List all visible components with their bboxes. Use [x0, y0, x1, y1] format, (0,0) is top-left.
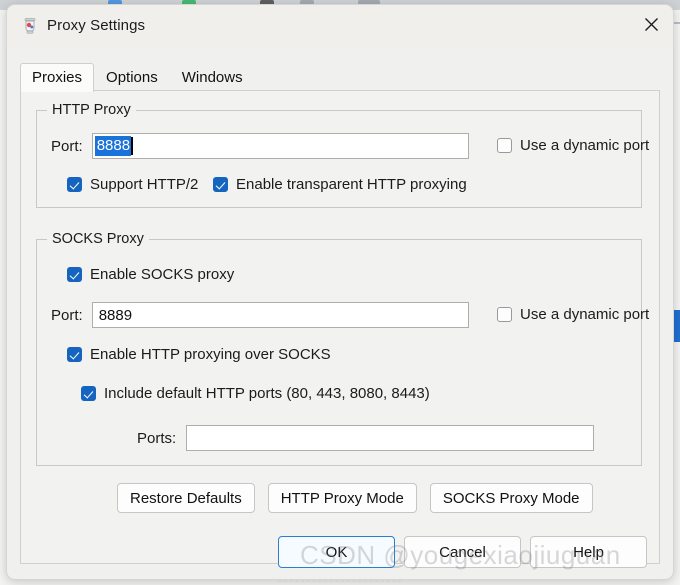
cancel-button[interactable]: Cancel: [404, 536, 521, 568]
socks-port-input[interactable]: 8889: [91, 302, 469, 328]
checkbox-box: [67, 267, 82, 282]
socks-dynamic-port-checkbox[interactable]: Use a dynamic port: [497, 306, 649, 323]
tab-strip: Proxies Options Windows: [20, 60, 255, 92]
http-proxy-group: HTTP Proxy Port: 8888 Use a dynamic port…: [36, 102, 649, 208]
include-default-ports-label: Include default HTTP ports (80, 443, 808…: [104, 385, 430, 402]
text-caret: [131, 137, 133, 155]
support-http2-checkbox[interactable]: Support HTTP/2: [67, 176, 198, 193]
http-port-label: Port:: [51, 137, 83, 155]
cancel-button-label: Cancel: [439, 543, 486, 561]
socks-ports-label: Ports:: [137, 429, 177, 447]
socks-proxy-mode-button[interactable]: SOCKS Proxy Mode: [429, 483, 593, 513]
checkbox-box: [497, 307, 512, 322]
restore-defaults-button[interactable]: Restore Defaults: [117, 483, 255, 513]
http-dynamic-port-checkbox[interactable]: Use a dynamic port: [497, 137, 649, 154]
restore-defaults-label: Restore Defaults: [130, 489, 242, 507]
socks-ports-input[interactable]: [186, 425, 595, 451]
close-icon[interactable]: [629, 5, 673, 43]
screen: · · · · · · · · · · · · · · · · · · · · …: [0, 0, 680, 585]
http-port-input[interactable]: 8888: [91, 133, 469, 159]
dialog-title: Proxy Settings: [47, 17, 146, 34]
help-button[interactable]: Help: [530, 536, 647, 568]
transparent-proxying-label: Enable transparent HTTP proxying: [236, 176, 467, 193]
checkbox-box: [67, 177, 82, 192]
socks-proxy-group: SOCKS Proxy Enable SOCKS proxy Port: 888…: [36, 231, 649, 466]
http-over-socks-label: Enable HTTP proxying over SOCKS: [90, 346, 331, 363]
socks-port-row: Port: 8889: [51, 302, 469, 328]
socks-dynamic-port-label: Use a dynamic port: [520, 306, 650, 323]
proxy-settings-dialog: Proxy Settings Proxies Options Windows H…: [6, 4, 674, 580]
checkbox-box: [81, 386, 96, 401]
tab-proxies-label: Proxies: [32, 69, 83, 86]
http-proxy-group-title: HTTP Proxy: [47, 102, 136, 118]
checkbox-box: [67, 347, 82, 362]
socks-port-value: 8889: [98, 306, 133, 324]
http-over-socks-checkbox[interactable]: Enable HTTP proxying over SOCKS: [67, 346, 331, 363]
dialog-button-bar: OK Cancel Help: [20, 536, 658, 568]
http-port-value: 8888: [94, 136, 132, 156]
dialog-titlebar: Proxy Settings: [7, 5, 673, 47]
enable-socks-label: Enable SOCKS proxy: [90, 266, 235, 283]
mode-button-row: Restore Defaults HTTP Proxy Mode SOCKS P…: [117, 483, 593, 513]
http-dynamic-port-label: Use a dynamic port: [520, 137, 650, 154]
socks-proxy-group-title: SOCKS Proxy: [47, 231, 149, 247]
checkbox-box: [213, 177, 228, 192]
http-proxy-mode-button[interactable]: HTTP Proxy Mode: [267, 483, 417, 513]
tab-windows-label: Windows: [181, 69, 243, 86]
tab-windows[interactable]: Windows: [170, 63, 255, 92]
support-http2-label: Support HTTP/2: [90, 176, 199, 193]
transparent-proxying-checkbox[interactable]: Enable transparent HTTP proxying: [213, 176, 467, 193]
ok-button[interactable]: OK: [278, 536, 395, 568]
proxies-tab-panel: HTTP Proxy Port: 8888 Use a dynamic port…: [20, 90, 660, 564]
enable-socks-checkbox[interactable]: Enable SOCKS proxy: [67, 266, 234, 283]
checkbox-box: [497, 138, 512, 153]
ok-button-label: OK: [325, 543, 348, 561]
proxy-app-icon: [21, 17, 39, 35]
tab-options-label: Options: [106, 69, 158, 86]
help-button-label: Help: [573, 543, 604, 561]
tab-proxies[interactable]: Proxies: [20, 63, 95, 92]
socks-ports-row: Ports:: [137, 425, 595, 451]
socks-port-label: Port:: [51, 306, 83, 324]
http-proxy-mode-label: HTTP Proxy Mode: [280, 489, 404, 507]
tab-options[interactable]: Options: [94, 63, 170, 92]
http-port-row: Port: 8888: [51, 133, 469, 159]
include-default-ports-checkbox[interactable]: Include default HTTP ports (80, 443, 808…: [81, 385, 430, 402]
socks-proxy-mode-label: SOCKS Proxy Mode: [442, 489, 580, 507]
